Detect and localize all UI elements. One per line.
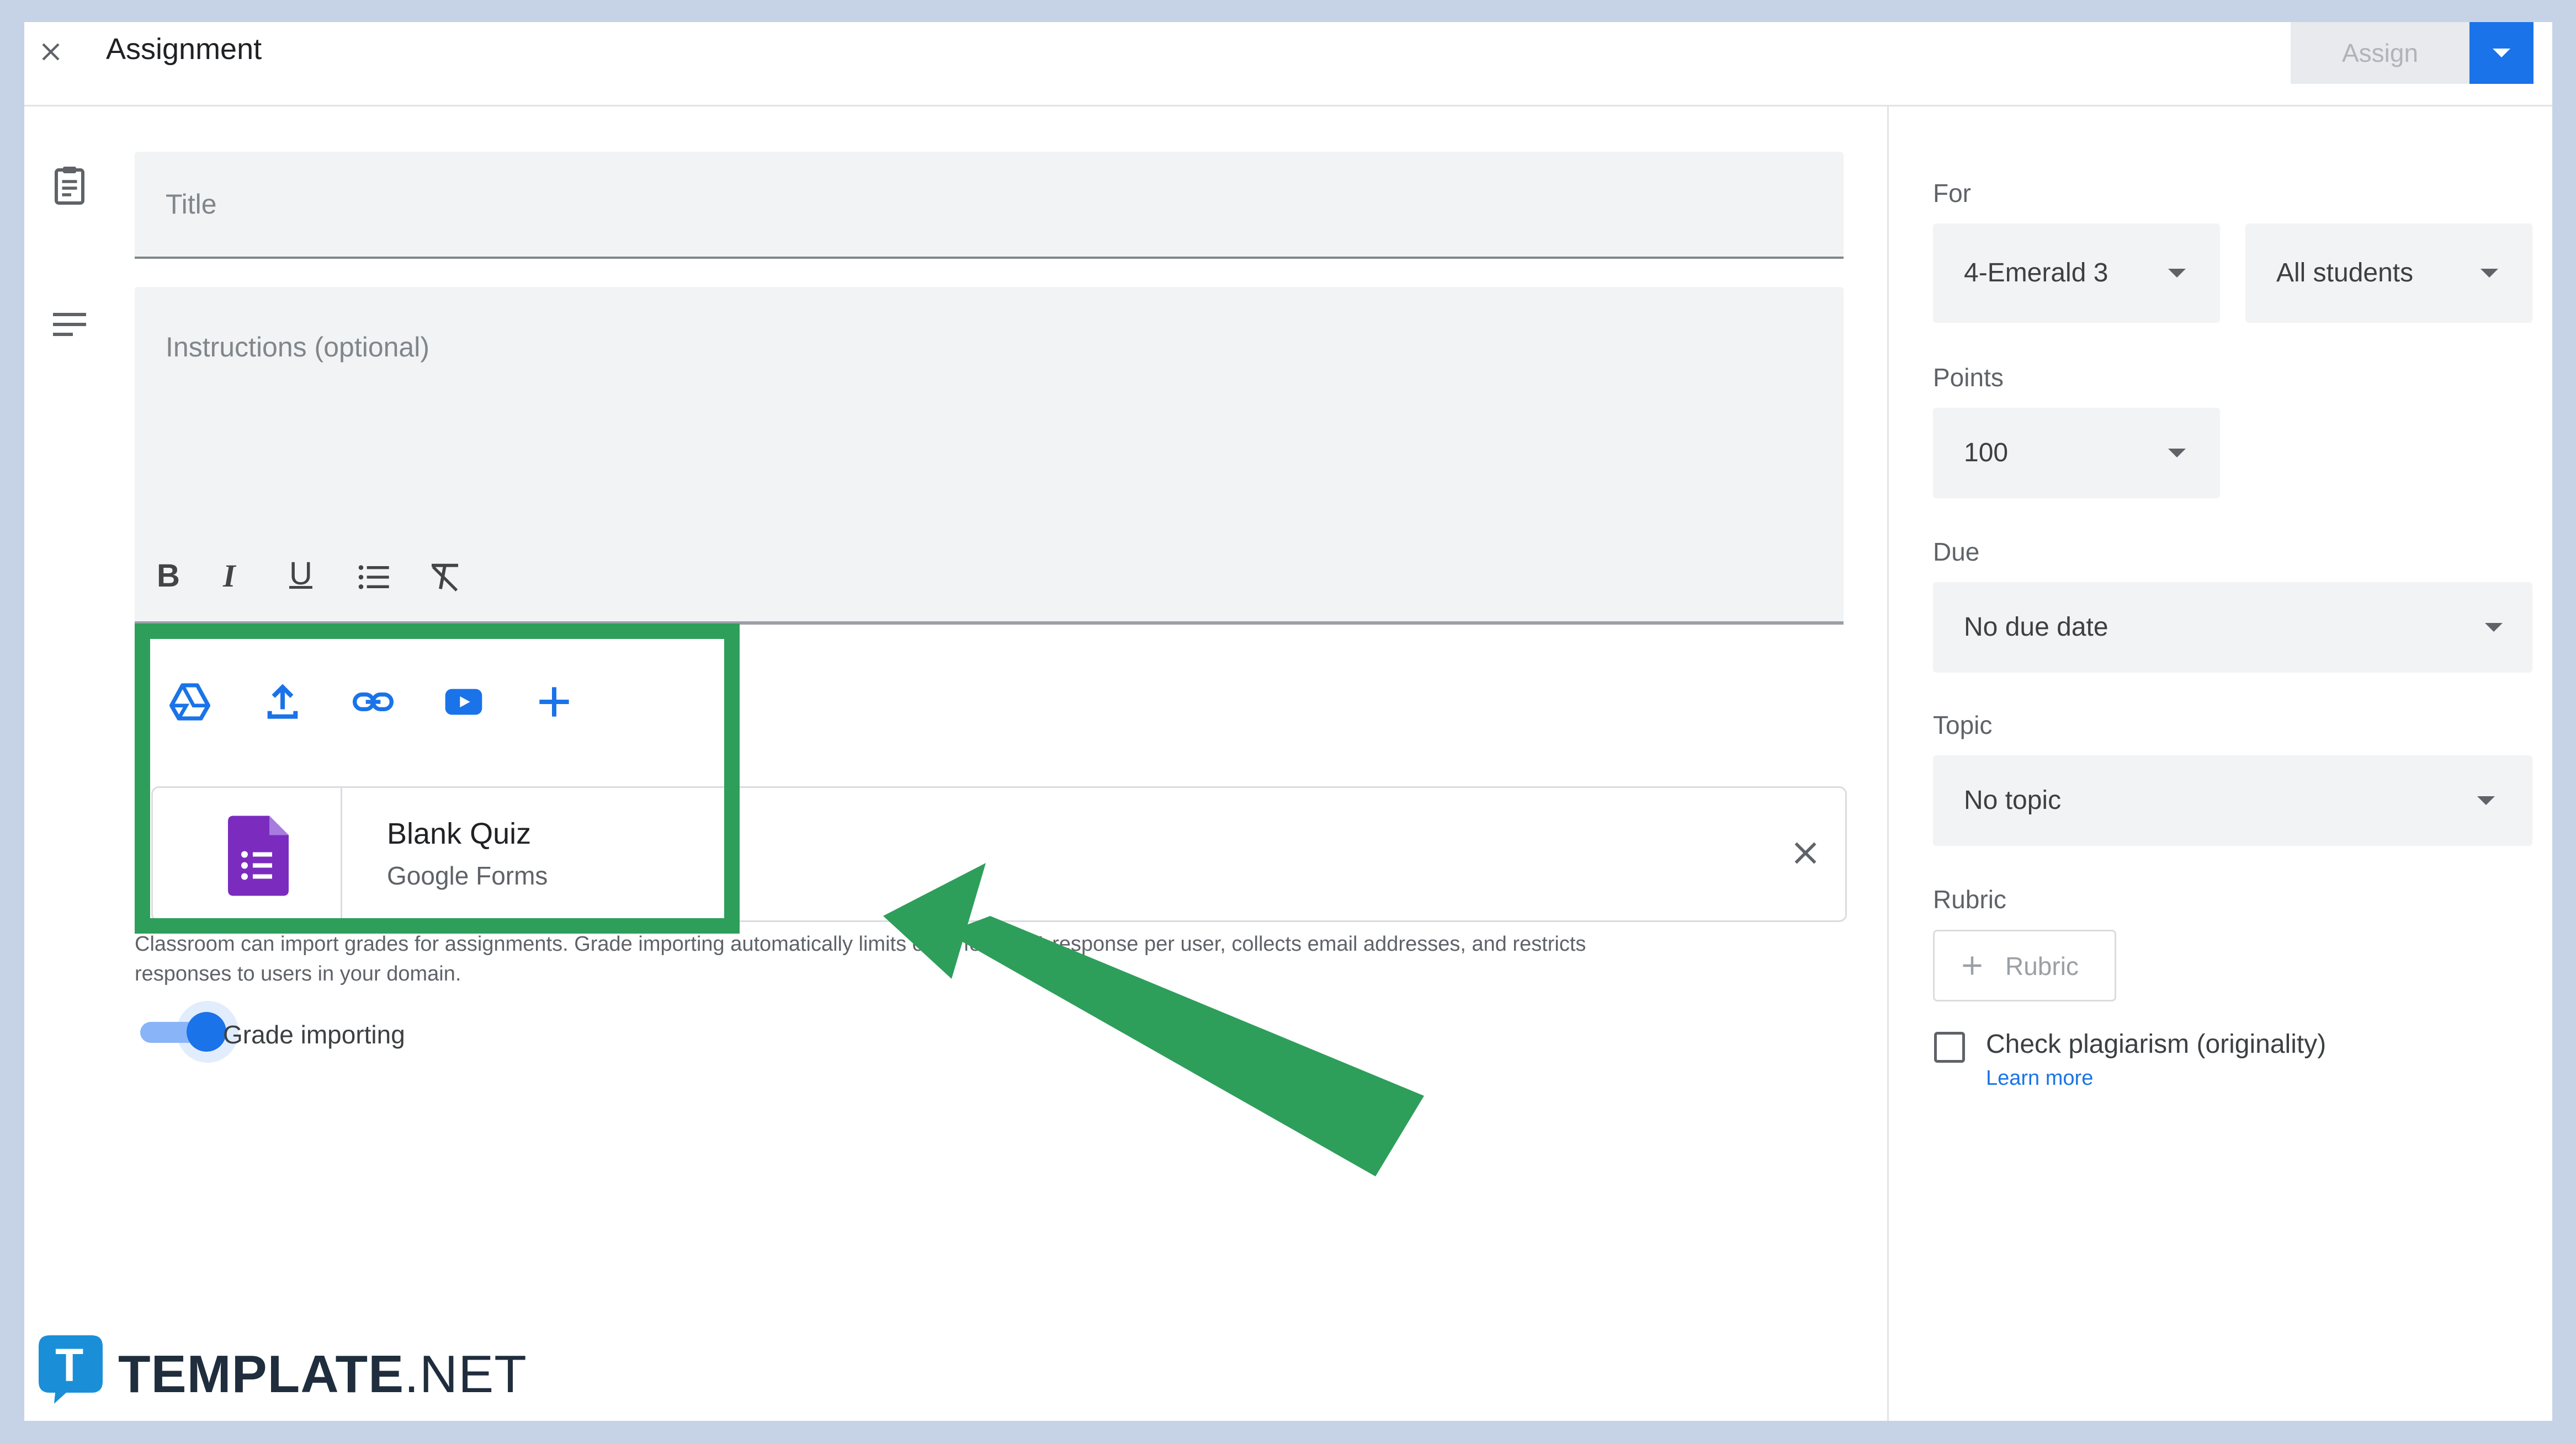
students-select[interactable]: All students [2245,223,2532,323]
learn-more-link[interactable]: Learn more [1986,1067,2093,1090]
chevron-down-icon [2168,269,2186,278]
logo-letter: T [55,1339,84,1391]
instructions-field[interactable]: Instructions (optional) B I U [135,287,1844,625]
grade-import-notice-line2: responses to users in your domain. [135,962,461,985]
add-rubric-label: Rubric [2005,952,2079,981]
italic-icon[interactable]: I [223,557,236,594]
formatting-toolbar: B I U [151,552,482,601]
brand-bold: TEMPLATE [118,1345,405,1404]
underline-icon[interactable]: U [289,555,312,592]
due-select-value: No due date [1964,612,2108,642]
topic-select-value: No topic [1964,786,2062,815]
points-select[interactable]: 100 [1933,408,2220,498]
plagiarism-label: Check plagiarism (originality) [1986,1030,2327,1059]
close-icon[interactable] [38,39,64,65]
chevron-down-icon [2477,796,2495,805]
topic-label: Topic [1933,711,1993,739]
notes-icon [50,309,89,340]
assign-button[interactable]: Assign [2291,22,2469,84]
side-panel: For 4-Emerald 3 All students Points 100 … [1887,106,2554,1421]
annotation-arrow [852,839,1459,1192]
grade-importing-label: Grade importing [223,1020,405,1049]
bulleted-list-icon[interactable] [357,562,392,593]
chevron-down-icon [2485,623,2503,632]
chevron-down-icon [2481,269,2498,278]
toggle-thumb [187,1012,226,1052]
due-select[interactable]: No due date [1933,582,2532,673]
bold-icon[interactable]: B [157,557,180,594]
class-select[interactable]: 4-Emerald 3 [1933,223,2220,323]
template-logo: T [39,1335,103,1404]
title-placeholder: Title [166,189,217,220]
points-select-value: 100 [1964,438,2009,467]
points-label: Points [1933,363,2004,392]
assign-button-label: Assign [2341,39,2419,67]
brand-light: .NET [404,1345,527,1404]
assignment-dialog: Assignment Assign Title Instructions (op… [24,22,2552,1421]
plus-icon [1960,953,1984,978]
top-bar: Assignment Assign [24,22,2552,106]
title-field[interactable]: Title [135,152,1844,259]
chevron-down-icon [2493,49,2510,57]
plagiarism-checkbox[interactable] [1934,1032,1965,1063]
template-brand: TEMPLATE.NET [118,1344,527,1405]
assignment-icon [50,163,89,207]
instructions-placeholder: Instructions (optional) [166,332,430,363]
for-label: For [1933,179,1971,207]
assign-options-button[interactable] [2469,22,2533,84]
rubric-label: Rubric [1933,885,2006,914]
remove-attachment-icon[interactable] [1789,836,1822,870]
topic-select[interactable]: No topic [1933,755,2532,846]
highlight-box [135,624,740,934]
students-select-value: All students [2276,258,2414,287]
due-label: Due [1933,537,1980,566]
clear-formatting-icon[interactable] [427,561,463,594]
add-rubric-button[interactable]: Rubric [1933,930,2116,1001]
chevron-down-icon [2168,449,2186,457]
class-select-value: 4-Emerald 3 [1964,258,2108,287]
page-title: Assignment [106,33,262,66]
